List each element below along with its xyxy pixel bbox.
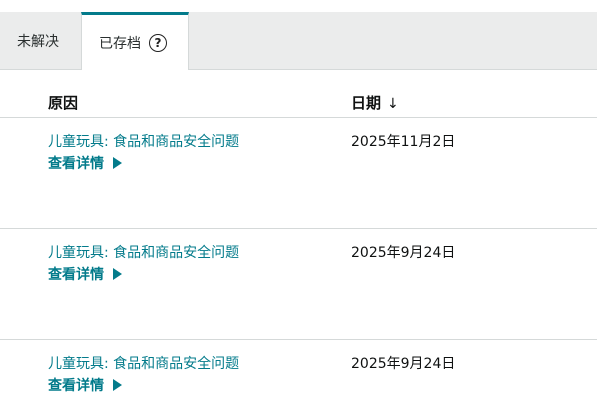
view-details-label: 查看详情 <box>48 378 104 394</box>
view-details-link[interactable]: 查看详情 <box>48 153 122 173</box>
question-circle-icon[interactable]: ? <box>149 33 167 52</box>
column-header-date-label: 日期 <box>351 94 382 112</box>
view-details-label: 查看详情 <box>48 156 104 172</box>
caret-right-icon <box>113 268 122 280</box>
tab-archived[interactable]: 已存档 ? <box>81 12 189 70</box>
reason-link[interactable]: 儿童玩具: 食品和商品安全问题 <box>48 353 239 373</box>
tab-unresolved-label: 未解决 <box>17 33 59 50</box>
view-details-link[interactable]: 查看详情 <box>48 264 122 284</box>
row-date: 2025年9月24日 <box>351 245 456 261</box>
row-date: 2025年11月2日 <box>351 134 456 150</box>
reason-link[interactable]: 儿童玩具: 食品和商品安全问题 <box>48 242 239 262</box>
caret-right-icon <box>113 157 122 169</box>
column-header-date[interactable]: 日期 ↓ <box>351 92 399 113</box>
tab-unresolved[interactable]: 未解决 <box>0 12 80 69</box>
view-details-link[interactable]: 查看详情 <box>48 375 122 395</box>
row-date: 2025年9月24日 <box>351 356 456 372</box>
reason-link[interactable]: 儿童玩具: 食品和商品安全问题 <box>48 131 239 151</box>
view-details-label: 查看详情 <box>48 267 104 283</box>
column-header-reason: 原因 <box>48 94 79 112</box>
tab-archived-label: 已存档 <box>99 35 141 52</box>
arrow-down-icon: ↓ <box>387 96 399 112</box>
table-row: 儿童玩具: 食品和商品安全问题 查看详情 2025年9月24日 <box>0 340 597 409</box>
table-header: 原因 日期 ↓ <box>0 70 597 118</box>
tab-bar: 未解决 已存档 ? <box>0 12 597 70</box>
table-row: 儿童玩具: 食品和商品安全问题 查看详情 2025年11月2日 <box>0 118 597 229</box>
caret-right-icon <box>113 379 122 391</box>
table-row: 儿童玩具: 食品和商品安全问题 查看详情 2025年9月24日 <box>0 229 597 340</box>
